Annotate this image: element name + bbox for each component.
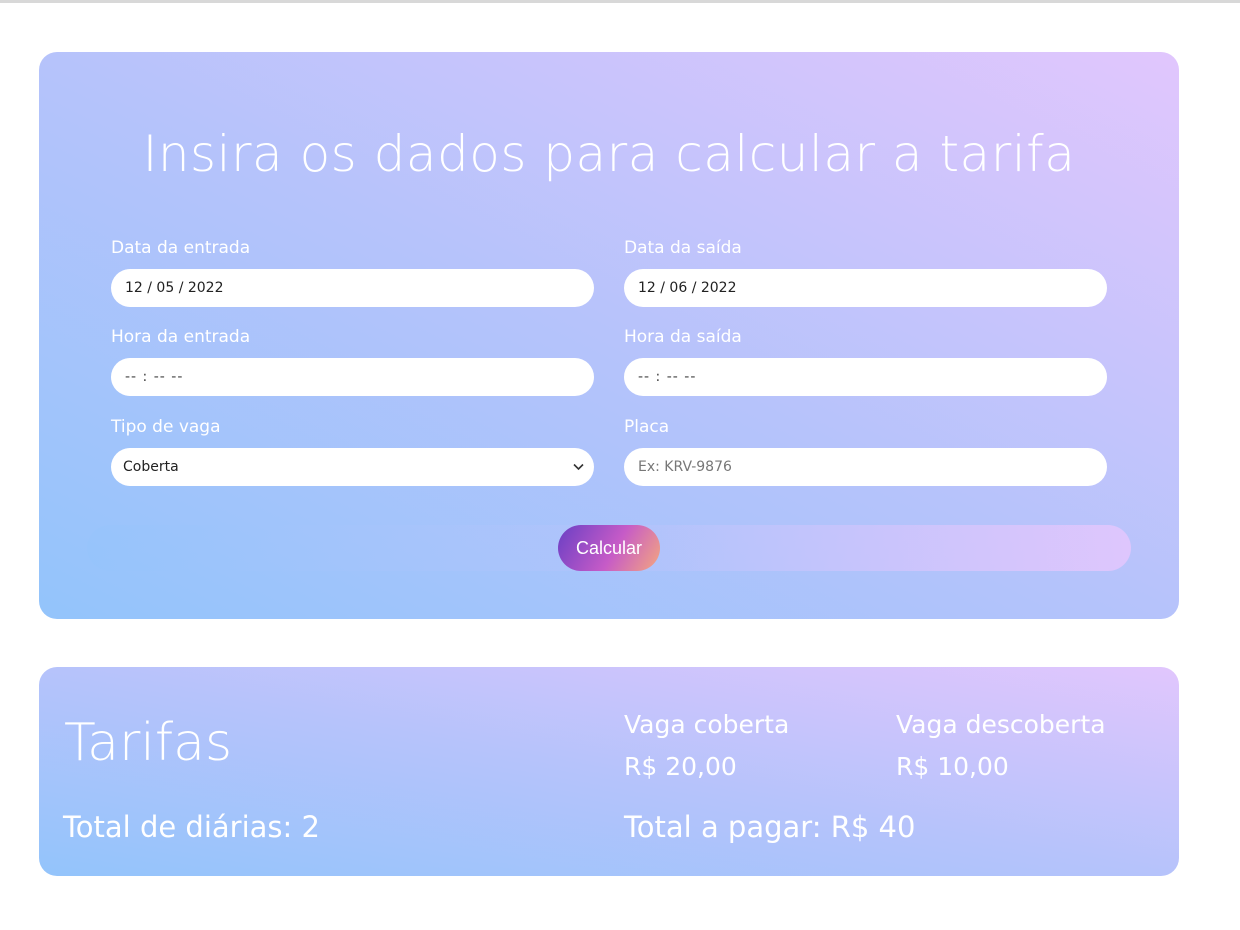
entry-date-label: Data da entrada: [111, 238, 251, 258]
uncovered-spot-name: Vaga descoberta: [896, 710, 1106, 739]
uncovered-spot-price: R$ 10,00: [896, 752, 1009, 781]
total-to-pay: Total a pagar: R$ 40: [624, 810, 916, 844]
tariff-form-card: Insira os dados para calcular a tarifa D…: [39, 52, 1179, 619]
exit-date-label: Data da saída: [624, 238, 742, 258]
spot-type-group: Tipo de vaga Coberta: [111, 416, 594, 486]
plate-label: Placa: [624, 417, 670, 437]
exit-time-group: Hora da saída -- : -- --: [624, 326, 1107, 396]
exit-date-input[interactable]: 12 / 06 / 2022: [624, 269, 1107, 307]
plate-input[interactable]: Ex: KRV-9876: [624, 448, 1107, 486]
exit-date-group: Data da saída 12 / 06 / 2022: [624, 237, 1107, 307]
exit-time-input[interactable]: -- : -- --: [624, 358, 1107, 396]
covered-spot-name: Vaga coberta: [624, 710, 790, 739]
entry-date-input[interactable]: 12 / 05 / 2022: [111, 269, 594, 307]
calculate-button[interactable]: Calcular: [558, 525, 660, 571]
total-days: Total de diárias: 2: [63, 810, 320, 844]
browser-top-rule: [0, 0, 1240, 3]
exit-time-label: Hora da saída: [624, 327, 742, 347]
tariffs-title: Tarifas: [64, 713, 233, 773]
plate-group: Placa Ex: KRV-9876: [624, 416, 1107, 486]
spot-type-label: Tipo de vaga: [111, 417, 221, 437]
spot-type-select[interactable]: Coberta: [111, 448, 594, 486]
entry-time-label: Hora da entrada: [111, 327, 251, 347]
spot-type-selected: Coberta: [123, 459, 179, 475]
entry-date-group: Data da entrada 12 / 05 / 2022: [111, 237, 594, 307]
chevron-down-icon: [573, 460, 584, 474]
tariffs-card: Tarifas Total de diárias: 2 Vaga coberta…: [39, 667, 1179, 876]
covered-spot-price: R$ 20,00: [624, 752, 737, 781]
form-title: Insira os dados para calcular a tarifa: [142, 125, 1076, 183]
entry-time-group: Hora da entrada -- : -- --: [111, 326, 594, 396]
entry-time-input[interactable]: -- : -- --: [111, 358, 594, 396]
